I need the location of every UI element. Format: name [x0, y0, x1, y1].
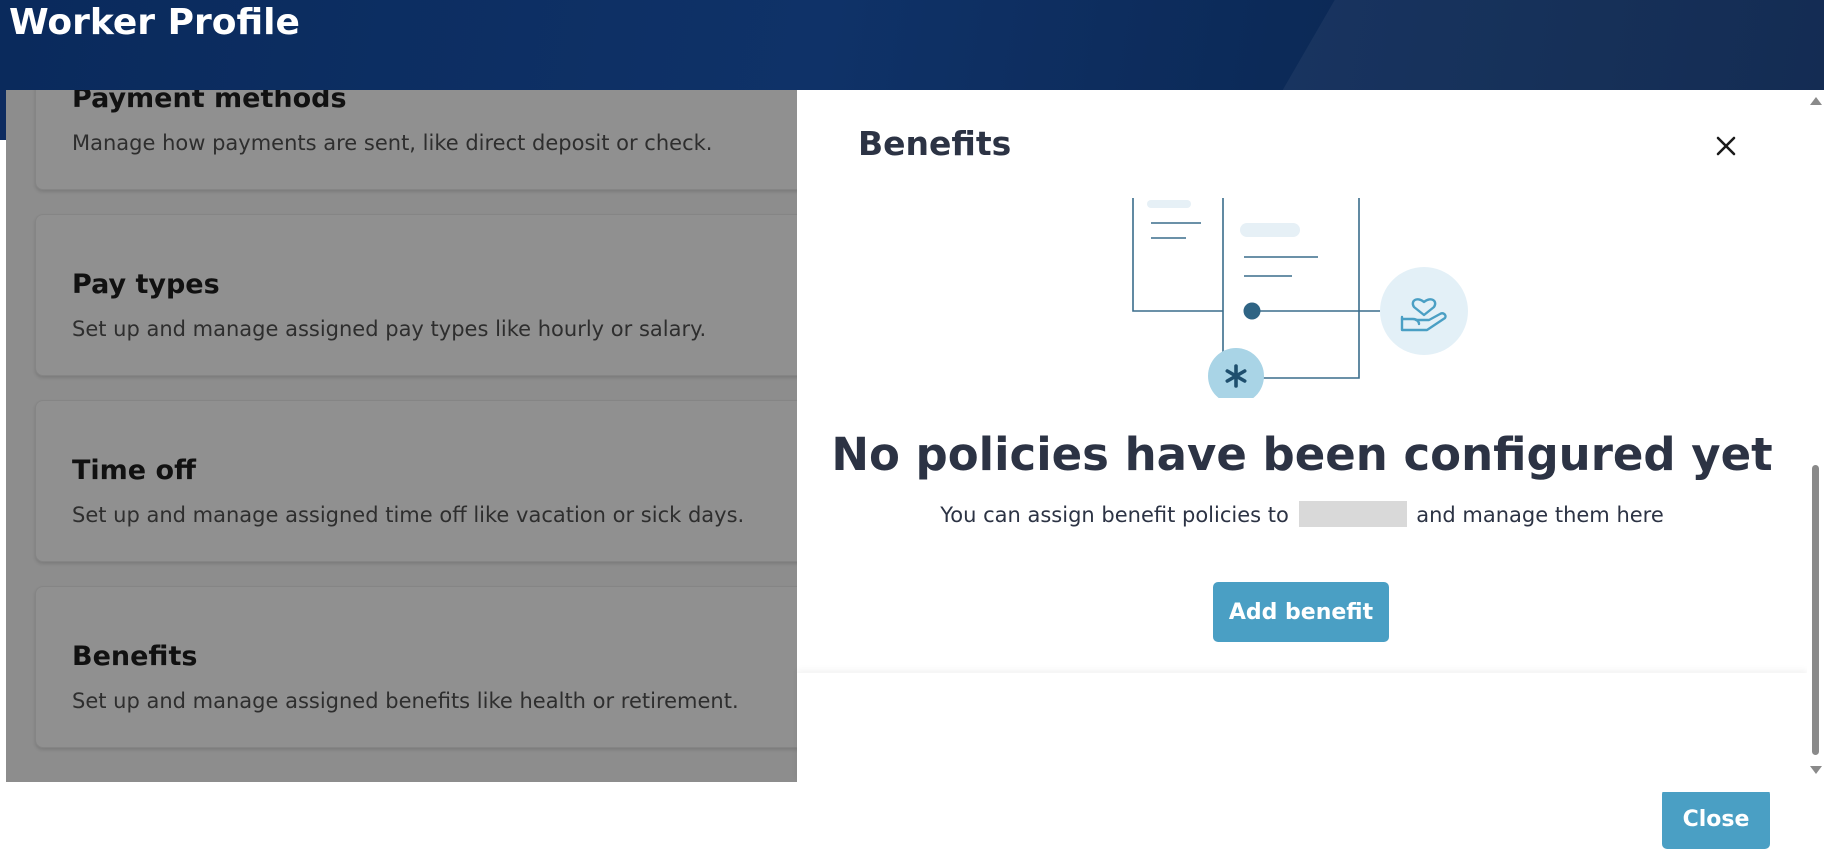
panel-scrollbar[interactable]	[1807, 90, 1824, 782]
close-button[interactable]: Close	[1662, 789, 1770, 849]
empty-state-title: No policies have been configured yet	[831, 428, 1773, 481]
card-title: Payment methods	[72, 90, 347, 114]
scroll-down-arrow-icon[interactable]	[1810, 766, 1822, 774]
card-description: Manage how payments are sent, like direc…	[72, 131, 713, 155]
empty-state-illustration	[1132, 198, 1468, 398]
panel-footer: Close	[797, 673, 1807, 849]
close-icon[interactable]	[1708, 128, 1744, 164]
card-title: Benefits	[72, 641, 198, 672]
scroll-thumb[interactable]	[1812, 465, 1819, 755]
asterisk-icon	[1208, 348, 1264, 398]
page-bottom-edge	[0, 782, 1824, 792]
card-description: Set up and manage assigned time off like…	[72, 503, 745, 527]
card-benefits[interactable]: Benefits Set up and manage assigned bene…	[35, 586, 797, 748]
card-time-off[interactable]: Time off Set up and manage assigned time…	[35, 400, 797, 562]
card-title: Time off	[72, 455, 196, 486]
hand-heart-icon	[1380, 267, 1468, 355]
empty-state-description: You can assign benefit policies to and m…	[797, 501, 1807, 527]
empty-desc-after: and manage them here	[1416, 503, 1664, 527]
app-header: Worker Profile	[0, 0, 1824, 90]
panel-title: Benefits	[858, 124, 1012, 163]
card-pay-types[interactable]: Pay types Set up and manage assigned pay…	[35, 214, 797, 376]
page-title: Worker Profile	[9, 2, 300, 43]
empty-desc-before: You can assign benefit policies to	[940, 503, 1289, 527]
redacted-worker-name	[1298, 501, 1407, 527]
profile-sections-overlay[interactable]: Payment methods Manage how payments are …	[6, 90, 797, 782]
header-decoration	[1242, 0, 1824, 90]
scroll-up-arrow-icon[interactable]	[1810, 97, 1822, 105]
add-benefit-button[interactable]: Add benefit	[1213, 582, 1389, 642]
card-title: Pay types	[72, 269, 220, 300]
card-description: Set up and manage assigned benefits like…	[72, 689, 739, 713]
card-payment-methods[interactable]: Payment methods Manage how payments are …	[35, 90, 797, 190]
benefits-side-panel: Benefits No policies have been configure…	[797, 90, 1807, 849]
card-description: Set up and manage assigned pay types lik…	[72, 317, 707, 341]
